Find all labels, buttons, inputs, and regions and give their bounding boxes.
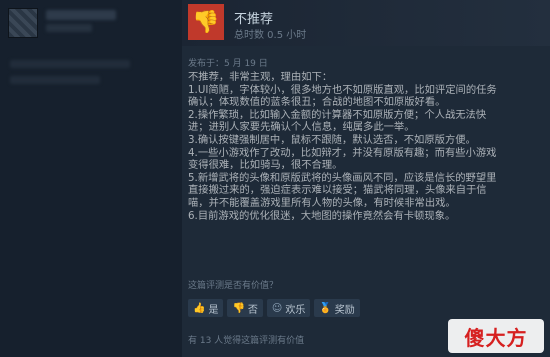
review-line: 确认；体现数值的蓝条很丑；合战的地图不如原版好看。: [188, 96, 446, 109]
playtime: 总时数 0.5 小时: [234, 30, 307, 41]
review-line: 进；进别人家要先确认个人信息，纯属多此一举。: [188, 121, 415, 134]
vote-yes-label: 是: [208, 304, 219, 316]
reviewer-info-blurred: [46, 24, 92, 32]
vote-no-label: 否: [247, 304, 258, 316]
award-button[interactable]: 🏅 奖励: [314, 299, 360, 317]
smiley-icon: ☺: [271, 302, 283, 314]
thumbs-down-icon: 👎: [232, 302, 245, 314]
award-label: 奖励: [334, 304, 355, 316]
avatar[interactable]: [8, 8, 38, 38]
review-line: 直接搬过来的，强迫症表示难以接受；猫武将同理，头像来自于信: [188, 184, 487, 197]
helpful-count: 有 13 人觉得这篇评测有价值: [188, 336, 305, 346]
review-line: 2.操作繁琐，比如输入金额的计算器不如原版方便；个人战无法快: [188, 108, 487, 121]
blurred-row: [10, 76, 100, 84]
vote-yes-button[interactable]: 👍 是: [188, 299, 224, 317]
award-icon: 🏅: [319, 302, 332, 314]
posted-date: 发布于：5 月 19 日: [188, 59, 268, 69]
review-line: 5.新增武将的头像和原版武将的头像画风不同，应该是信长的野望里: [188, 171, 497, 184]
review-line: 4.一些小游戏作了改动，比如辩才，并没有原版有趣；而有些小游戏: [188, 146, 497, 159]
reviewer-name-blurred: [46, 10, 116, 20]
blurred-row: [10, 60, 130, 68]
watermark-logo: 傻大方: [448, 319, 544, 353]
review-body: 不推荐，非常主观，理由如下： 1.UI简陋，字体较小，很多地方也不如原版直观，比…: [188, 71, 544, 222]
vote-no-button[interactable]: 👎 否: [227, 299, 263, 317]
review-header: 👎 不推荐 总时数 0.5 小时: [182, 0, 550, 46]
watermark-text: 傻大方: [464, 325, 528, 350]
thumbs-down-icon: 👎: [188, 4, 224, 40]
vote-buttons: 👍 是 👎 否 ☺ 欢乐 🏅 奖励: [188, 299, 360, 317]
review-line: 喵，并不能覆盖游戏里所有人物的头像，有时候非常出戏。: [188, 196, 456, 209]
vote-funny-button[interactable]: ☺ 欢乐: [266, 299, 311, 317]
review-line: 6.目前游戏的优化很迷，大地图的操作竟然会有卡顿现象。: [188, 209, 456, 222]
review-panel: 👎 不推荐 总时数 0.5 小时 发布于：5 月 19 日 不推荐，非常主观，理…: [182, 0, 550, 357]
vote-funny-label: 欢乐: [285, 304, 306, 316]
thumbs-up-icon: 👍: [193, 302, 206, 314]
review-verdict: 不推荐: [234, 12, 274, 27]
reviewer-panel: [0, 0, 182, 357]
helpful-question: 这篇评测是否有价值？: [188, 281, 279, 291]
review-line: 变得很难，比如骑马，很不合理。: [188, 159, 343, 172]
review-line: 3.确认按键强制居中，鼠标不跟随，默认选否，不如原版方便。: [188, 133, 476, 146]
review-line: 不推荐，非常主观，理由如下：: [188, 71, 333, 83]
review-line: 1.UI简陋，字体较小，很多地方也不如原版直观，比如评定间的任务: [188, 83, 497, 96]
